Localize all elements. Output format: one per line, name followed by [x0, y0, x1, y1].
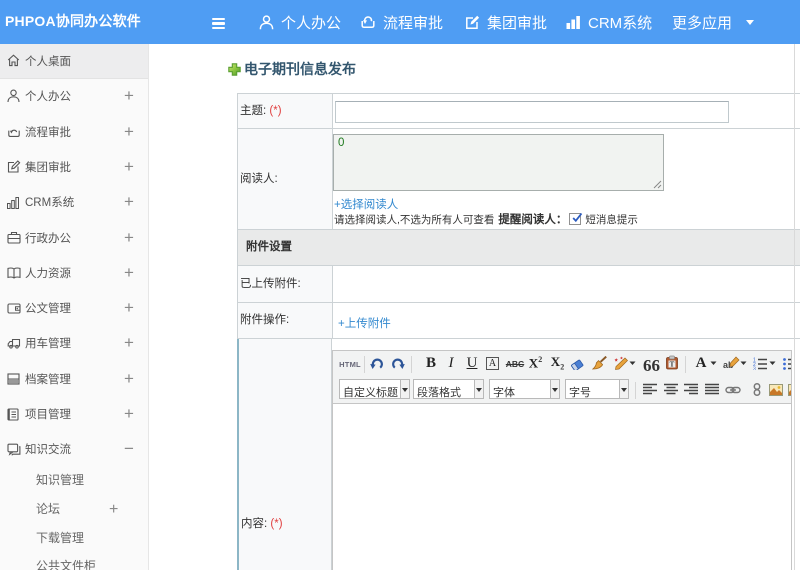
svg-text:3: 3: [753, 367, 756, 371]
svg-text:T: T: [669, 361, 674, 369]
